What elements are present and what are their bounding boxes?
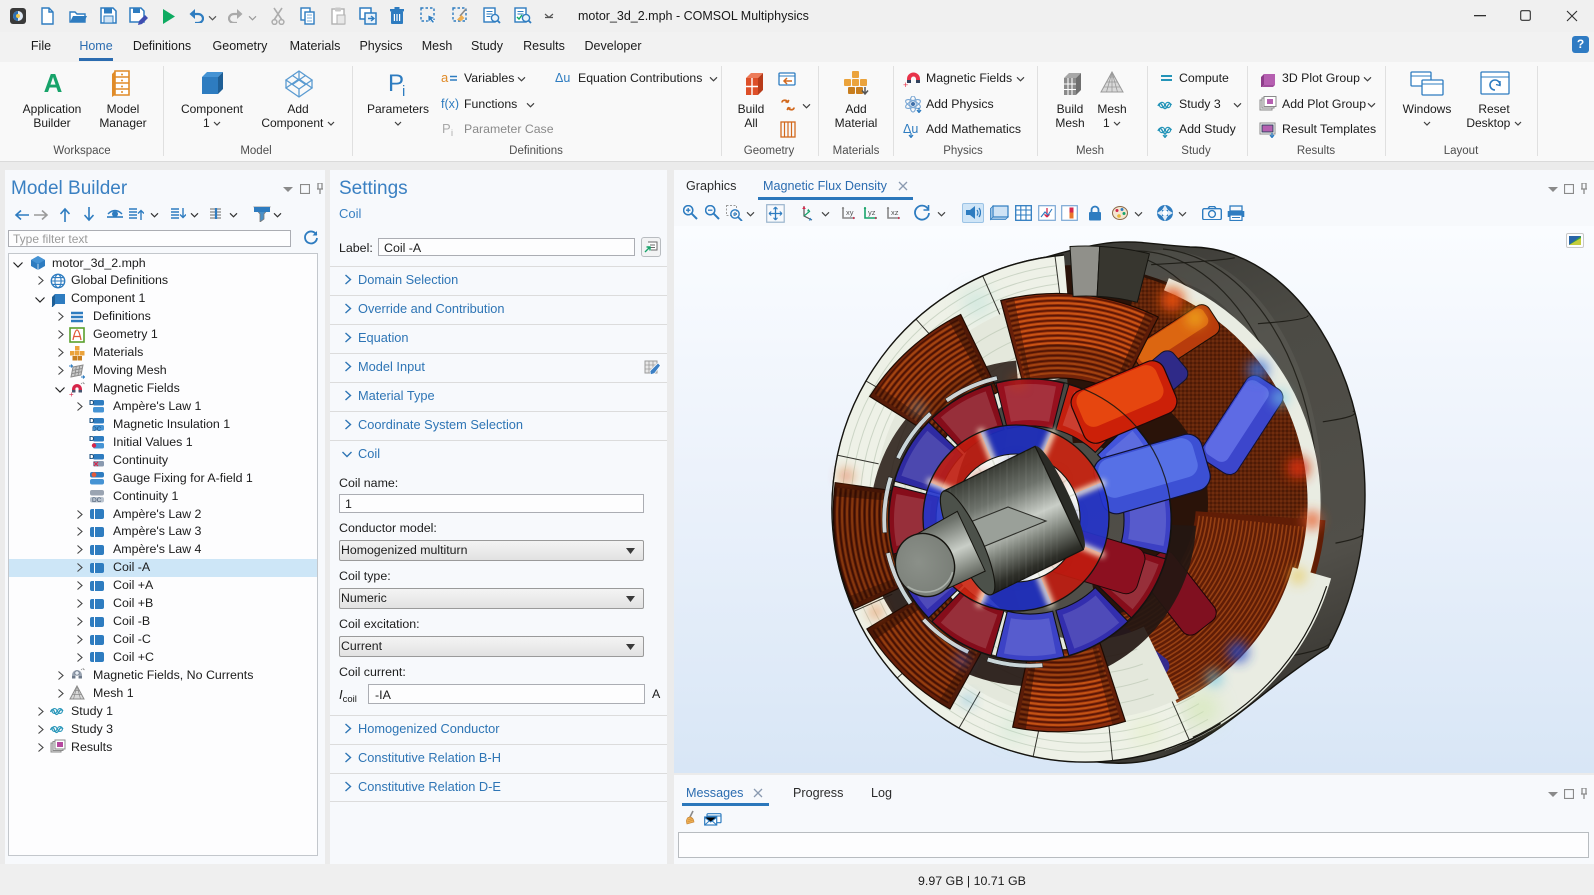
- svg-text:+: +: [69, 390, 74, 397]
- svg-text:D: D: [89, 416, 95, 425]
- svg-text:i: i: [402, 83, 405, 97]
- svg-text:f(x): f(x): [441, 97, 459, 110]
- svg-text:D: D: [89, 434, 95, 443]
- svg-text:+: +: [903, 80, 908, 88]
- svg-text:xy: xy: [846, 208, 854, 217]
- svg-text:D: D: [89, 452, 95, 461]
- svg-text:i: i: [451, 128, 453, 136]
- svg-text:yz: yz: [868, 208, 876, 217]
- svg-text:_: _: [917, 80, 923, 88]
- svg-text:P: P: [442, 122, 451, 136]
- svg-text:xz: xz: [891, 208, 899, 217]
- svg-text:D: D: [89, 398, 95, 407]
- svg-text:DC: DC: [92, 426, 102, 432]
- svg-text:_: _: [79, 390, 85, 397]
- svg-text:Δu: Δu: [555, 71, 570, 84]
- svg-text:a: a: [441, 71, 449, 84]
- svg-text:A: A: [44, 70, 63, 96]
- svg-text:DC: DC: [92, 497, 102, 504]
